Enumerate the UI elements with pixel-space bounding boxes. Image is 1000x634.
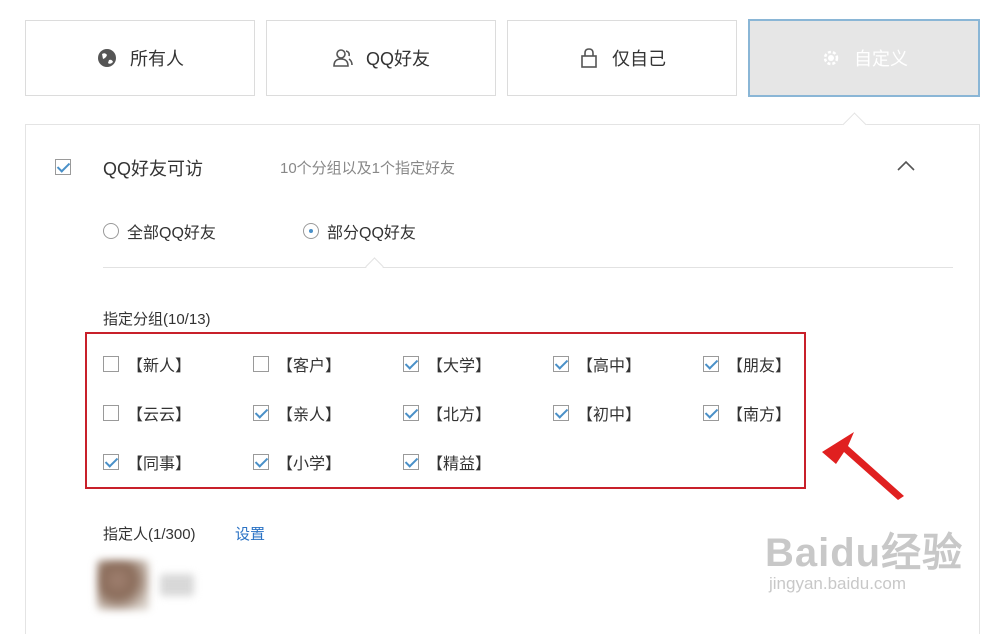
group-item[interactable]: 【北方】 (403, 401, 491, 425)
people-settings-link[interactable]: 设置 (235, 523, 265, 544)
annotation-arrow-icon (822, 432, 904, 500)
group-checkbox[interactable] (403, 356, 419, 372)
group-checkbox[interactable] (553, 405, 569, 421)
group-item[interactable]: 【新人】 (103, 352, 191, 376)
group-item[interactable]: 【大学】 (403, 352, 491, 376)
group-label: 【南方】 (727, 407, 792, 424)
people-section-label: 指定人(1/300) (103, 526, 196, 543)
group-label: 【同事】 (127, 456, 192, 473)
scope-partial-radio[interactable] (303, 223, 319, 239)
group-label: 【朋友】 (727, 358, 792, 375)
group-item[interactable]: 【朋友】 (703, 352, 791, 376)
group-item[interactable]: 【精益】 (403, 450, 491, 474)
tab-everyone[interactable]: 所有人 (25, 20, 255, 96)
qq-access-summary: 10个分组以及1个指定好友 (280, 160, 456, 177)
gear-icon (820, 47, 842, 69)
group-checkbox[interactable] (253, 405, 269, 421)
lock-icon (578, 47, 600, 69)
avatar[interactable] (97, 560, 149, 610)
tab-only-me[interactable]: 仅自己 (507, 20, 737, 96)
group-item[interactable]: 【初中】 (553, 401, 641, 425)
friend-name-blurred (160, 574, 194, 596)
group-checkbox[interactable] (103, 356, 119, 372)
group-label: 【北方】 (427, 407, 492, 424)
group-item[interactable]: 【高中】 (553, 352, 641, 376)
group-checkbox[interactable] (703, 356, 719, 372)
divider (103, 267, 953, 268)
visibility-tabs: 所有人 QQ好友 仅自己 自定义 (25, 19, 980, 98)
group-label: 【新人】 (127, 358, 192, 375)
scope-partial-label: 部分QQ好友 (327, 225, 416, 242)
group-checkbox[interactable] (703, 405, 719, 421)
qq-access-checkbox[interactable] (55, 159, 71, 175)
tab-custom-label: 自定义 (854, 49, 908, 69)
group-label: 【高中】 (577, 358, 642, 375)
group-checkbox[interactable] (103, 454, 119, 470)
group-checkbox[interactable] (253, 454, 269, 470)
watermark: Baidu经验 jingyan.baidu.com (765, 520, 963, 594)
globe-icon (96, 47, 118, 69)
scope-all-radio[interactable] (103, 223, 119, 239)
group-checkbox[interactable] (403, 405, 419, 421)
group-label: 【云云】 (127, 407, 192, 424)
scope-all-option[interactable]: 全部QQ好友 (103, 219, 216, 243)
scope-all-label: 全部QQ好友 (127, 225, 216, 242)
group-checkbox[interactable] (553, 356, 569, 372)
group-item[interactable]: 【同事】 (103, 450, 191, 474)
group-checkbox[interactable] (253, 356, 269, 372)
group-item[interactable]: 【小学】 (253, 450, 341, 474)
group-checkbox[interactable] (103, 405, 119, 421)
group-label: 【客户】 (277, 358, 342, 375)
tab-custom[interactable]: 自定义 (748, 19, 980, 97)
scope-partial-option[interactable]: 部分QQ好友 (303, 219, 416, 243)
watermark-main: Baidu经验 (765, 531, 964, 575)
group-label: 【小学】 (277, 456, 342, 473)
group-label: 【精益】 (427, 456, 492, 473)
group-label: 【初中】 (577, 407, 642, 424)
group-item[interactable]: 【南方】 (703, 401, 791, 425)
qq-access-title: QQ好友可访 (103, 159, 204, 179)
group-item[interactable]: 【亲人】 (253, 401, 341, 425)
tab-only-me-label: 仅自己 (612, 49, 666, 69)
group-label: 【亲人】 (277, 407, 342, 424)
groups-section-label: 指定分组(10/13) (103, 311, 211, 328)
collapse-chevron-up-icon[interactable] (896, 156, 916, 176)
group-item[interactable]: 【云云】 (103, 401, 191, 425)
group-item[interactable]: 【客户】 (253, 352, 341, 376)
group-label: 【大学】 (427, 358, 492, 375)
tab-qq-friends[interactable]: QQ好友 (266, 20, 496, 96)
tab-everyone-label: 所有人 (130, 49, 184, 69)
group-checkbox[interactable] (403, 454, 419, 470)
users-icon (332, 47, 354, 69)
tab-qq-friends-label: QQ好友 (365, 49, 430, 69)
